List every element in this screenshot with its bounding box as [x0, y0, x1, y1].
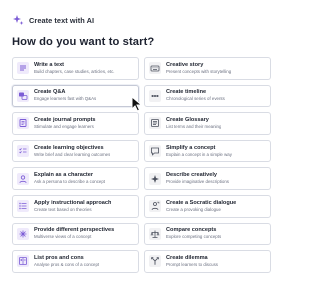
option-subtitle: Analyse pros & cons of a concept — [34, 261, 100, 267]
option-card-journal-prompts[interactable]: Create journal prompts Stimulate and enga… — [12, 112, 139, 135]
option-text: Create dilemma Prompt learners to discuss — [166, 255, 218, 268]
option-text: Create learning objectives Write brief an… — [34, 145, 110, 158]
option-text: Apply instructional approach Create text … — [34, 200, 111, 213]
option-subtitle: Multiverse views of a concept — [34, 234, 92, 240]
option-title: Describe creatively — [166, 172, 217, 179]
option-title: Provide different perspectives — [34, 227, 115, 234]
option-title: Create timeline — [166, 89, 207, 96]
option-subtitle: Create a provoking dialogue — [166, 206, 221, 212]
proscons-icon — [17, 255, 29, 268]
option-card-different-perspectives[interactable]: Provide different perspectives Multiverse… — [12, 222, 139, 246]
option-subtitle: Present concepts with storytelling — [166, 68, 232, 74]
option-card-instructional-approach[interactable]: Apply instructional approach Create text … — [12, 194, 139, 218]
option-text: Simplify a concept Explain a concept in a… — [166, 145, 232, 158]
options-grid: Write a text Build chapters, case studies… — [12, 57, 271, 273]
sparkle-icon — [149, 172, 161, 185]
option-text: List pros and cons Analyse pros & cons of… — [34, 255, 99, 268]
glossary-icon — [149, 117, 161, 130]
option-text: Provide different perspectives Multiverse… — [34, 227, 114, 240]
option-title: Explain as a character — [34, 172, 94, 179]
option-subtitle: Create text based on theories — [34, 206, 92, 212]
option-card-create-qa[interactable]: Create Q&A Engage learners fast with Q&As — [12, 84, 139, 108]
option-text: Compare concepts Explore competing concep… — [166, 227, 221, 240]
option-subtitle: Prompt learners to discuss — [166, 261, 218, 267]
perspectives-icon — [17, 227, 29, 240]
option-text: Write a text Build chapters, case studies… — [34, 62, 115, 75]
checklist-icon — [17, 145, 29, 158]
timeline-icon — [149, 89, 161, 102]
option-card-simplify-concept[interactable]: Simplify a concept Explain a concept in a… — [144, 139, 271, 163]
option-title: Create a Socratic dialogue — [166, 199, 237, 206]
option-title: Write a text — [34, 61, 65, 68]
option-subtitle: List terms and their meaning — [166, 123, 222, 129]
option-title: Create learning objectives — [34, 144, 104, 151]
option-card-create-dilemma[interactable]: Create dilemma Prompt learners to discuss — [144, 250, 271, 273]
mouse-cursor-icon — [131, 96, 143, 112]
option-text: Create a Socratic dialogue Create a provo… — [166, 200, 236, 213]
option-text: Create Glossary List terms and their mean… — [166, 117, 221, 130]
option-subtitle: Build chapters, case studies, articles, … — [34, 68, 115, 74]
scale-icon — [149, 227, 161, 240]
app-title: Create text with AI — [29, 15, 95, 25]
option-card-learning-objectives[interactable]: Create learning objectives Write brief an… — [12, 139, 139, 163]
option-title: Apply instructional approach — [34, 199, 112, 206]
option-title: Creative story — [166, 61, 204, 68]
page-title: How do you want to start? — [12, 36, 155, 48]
app-header: Create text with AI — [12, 13, 94, 27]
option-title: Create Q&A — [34, 89, 66, 96]
option-text: Create timeline Chronological series of e… — [166, 89, 225, 102]
option-subtitle: Chronological series of events — [166, 96, 225, 102]
option-title: Create dilemma — [166, 254, 208, 261]
option-subtitle: Ask a persona to describe a concept — [34, 179, 106, 185]
option-title: Compare concepts — [166, 227, 217, 234]
dialogue-icon — [149, 200, 161, 213]
lines-icon — [17, 62, 29, 75]
option-subtitle: Explain a concept in a simple way — [166, 151, 232, 157]
option-title: List pros and cons — [34, 254, 84, 261]
option-title: Create journal prompts — [34, 116, 96, 123]
option-card-explain-character[interactable]: Explain as a character Ask a persona to d… — [12, 167, 139, 190]
option-card-socratic-dialogue[interactable]: Create a Socratic dialogue Create a provo… — [144, 194, 271, 218]
list-icon — [17, 200, 29, 213]
option-text: Describe creatively Provide imaginative d… — [166, 172, 229, 185]
sparkles-icon — [13, 15, 24, 25]
qa-icon — [17, 89, 29, 102]
option-subtitle: Engage learners fast with Q&As — [34, 96, 97, 102]
option-subtitle: Stimulate and engage learners — [34, 123, 94, 129]
option-card-describe-creatively[interactable]: Describe creatively Provide imaginative d… — [144, 167, 271, 190]
option-card-pros-cons[interactable]: List pros and cons Analyse pros & cons of… — [12, 250, 139, 273]
option-text: Create Q&A Engage learners fast with Q&As — [34, 89, 96, 102]
journal-icon — [17, 117, 29, 130]
option-card-create-timeline[interactable]: Create timeline Chronological series of e… — [144, 84, 271, 108]
option-text: Create journal prompts Stimulate and enga… — [34, 117, 96, 130]
bubble-icon — [149, 145, 161, 158]
option-card-creative-story[interactable]: Creative story Present concepts with stor… — [144, 57, 271, 80]
option-title: Simplify a concept — [166, 144, 216, 151]
option-text: Explain as a character Ask a persona to d… — [34, 172, 105, 185]
option-subtitle: Provide imaginative descriptions — [166, 179, 229, 185]
dilemma-icon — [149, 255, 161, 268]
option-subtitle: Explore competing concepts — [166, 234, 222, 240]
persona-icon — [17, 172, 29, 185]
option-title: Create Glossary — [166, 116, 209, 123]
keyboard-icon — [149, 62, 161, 75]
option-card-create-glossary[interactable]: Create Glossary List terms and their mean… — [144, 112, 271, 135]
option-subtitle: Write brief and clear learning outcomes — [34, 151, 111, 157]
option-card-compare-concepts[interactable]: Compare concepts Explore competing concep… — [144, 222, 271, 246]
option-card-write-text[interactable]: Write a text Build chapters, case studies… — [12, 57, 139, 80]
option-text: Creative story Present concepts with stor… — [166, 62, 231, 75]
